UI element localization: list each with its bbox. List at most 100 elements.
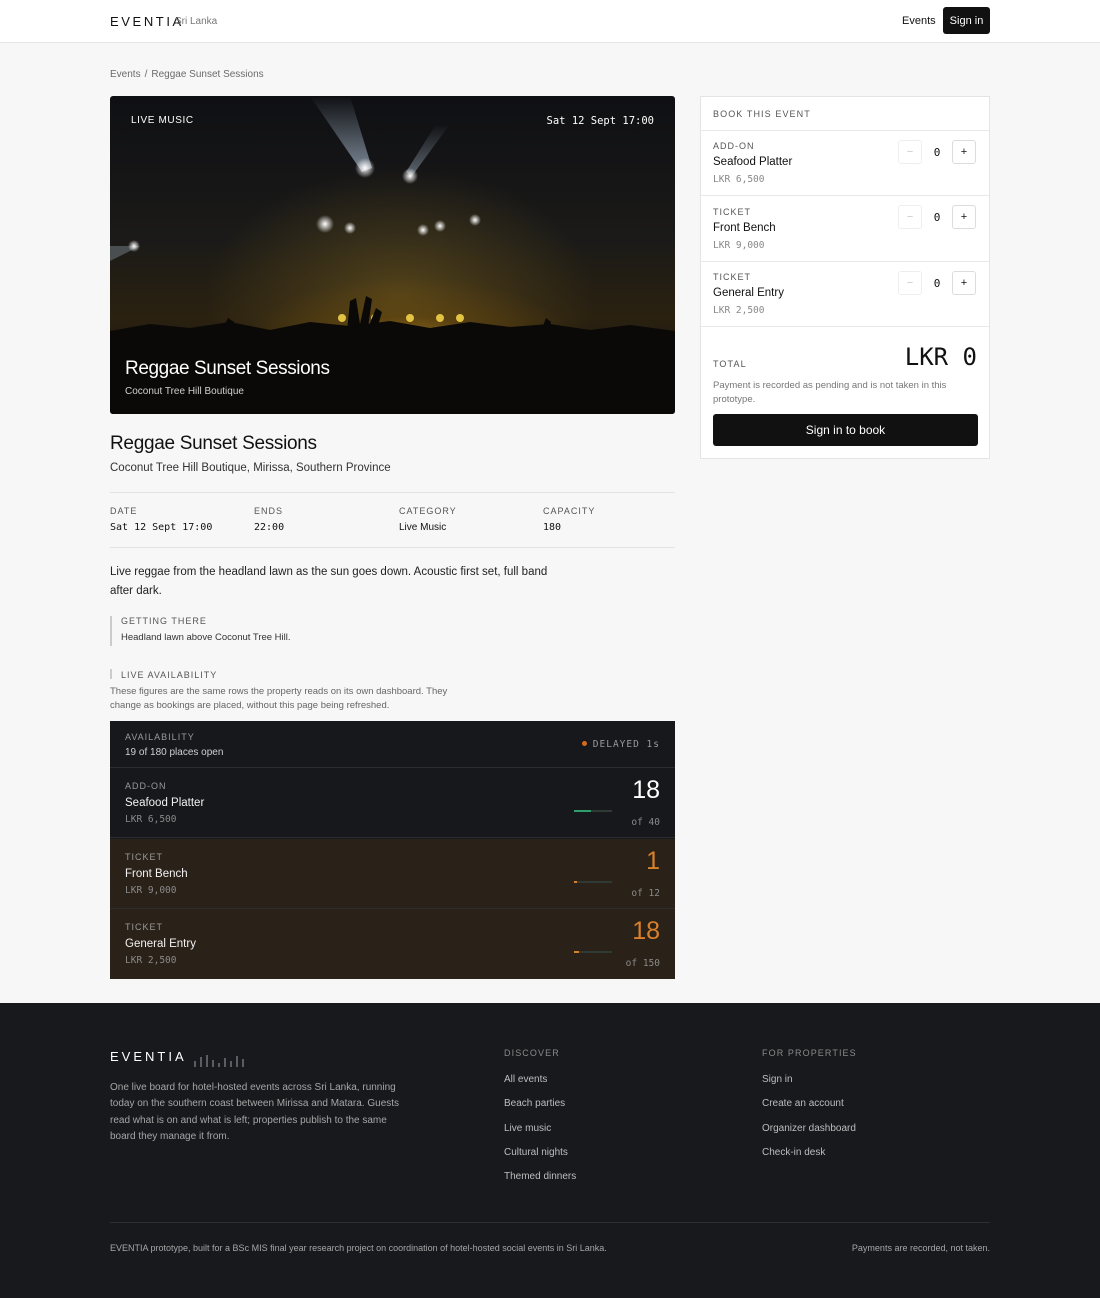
availability-row-price: LKR 9,000	[125, 885, 177, 896]
brand-region: Sri Lanka	[175, 16, 218, 27]
footer-link-create-account[interactable]: Create an account	[762, 1098, 844, 1109]
availability-row-price: LKR 2,500	[125, 955, 177, 966]
meta-capacity-label: CAPACITY	[543, 506, 596, 516]
availability-row-bar-fill	[574, 810, 592, 812]
availability-row-kind: TICKET	[125, 852, 164, 862]
meta-category-label: CATEGORY	[399, 506, 457, 516]
availability-summary: 19 of 180 places open	[125, 747, 224, 758]
booking-item-price: LKR 6,500	[713, 174, 765, 185]
footer-description: One live board for hotel-hosted events a…	[110, 1082, 400, 1142]
availability-row-name: Seafood Platter	[125, 797, 205, 809]
meta-ends-label: ENDS	[254, 506, 284, 516]
availability-row-remaining: 1	[646, 847, 660, 875]
availability-row-bar	[574, 810, 612, 812]
availability-row-bar-fill	[574, 951, 579, 953]
hero-datetime: Sat 12 Sept 17:00	[546, 115, 654, 127]
getting-there-text: Headland lawn above Coconut Tree Hill.	[121, 632, 291, 643]
availability-row-bar	[574, 881, 612, 883]
meta-category-value: Live Music	[399, 522, 447, 533]
footer-divider	[110, 1222, 990, 1223]
breadcrumb-events-link[interactable]: Events	[110, 69, 141, 80]
availability-row-kind: ADD-ON	[125, 781, 167, 791]
availability-row-total: of 40	[631, 817, 660, 828]
footer-link-themed-dinners[interactable]: Themed dinners	[504, 1171, 576, 1182]
booking-item-kind: ADD-ON	[713, 141, 755, 151]
booking-item-name: Front Bench	[713, 222, 776, 234]
availability-panel: AVAILABILITY 19 of 180 places open DELAY…	[110, 721, 675, 979]
hero-category-tag: LIVE MUSIC	[131, 115, 194, 126]
meta-ends-value: 22:00	[254, 522, 285, 533]
quantity-value: 0	[933, 211, 941, 224]
total-label: TOTAL	[713, 359, 747, 369]
live-availability-note: These figures are the same rows the prop…	[110, 686, 448, 711]
sign-in-button[interactable]: Sign in	[943, 7, 990, 34]
booking-item-name: Seafood Platter	[713, 156, 793, 168]
footer-link-check-in-desk[interactable]: Check-in desk	[762, 1147, 825, 1158]
booking-item-price: LKR 9,000	[713, 240, 765, 251]
event-hero-image: LIVE MUSIC Sat 12 Sept 17:00 Reggae Suns…	[110, 96, 675, 414]
decrease-quantity-button[interactable]: −	[898, 271, 922, 295]
live-availability-heading: LIVE AVAILABILITY	[110, 669, 218, 680]
hero-title: Reggae Sunset Sessions	[125, 358, 330, 379]
live-availability-label: LIVE AVAILABILITY	[121, 670, 218, 680]
increase-quantity-button[interactable]: +	[952, 205, 976, 229]
booking-title: BOOK THIS EVENT	[713, 109, 811, 119]
footer-brand: EVENTIA	[110, 1049, 187, 1064]
meta-date-value: Sat 12 Sept 17:00	[110, 522, 213, 533]
footer-link-all-events[interactable]: All events	[504, 1074, 547, 1085]
footer-payment-note: Payments are recorded, not taken.	[851, 1243, 990, 1253]
availability-header: AVAILABILITY 19 of 180 places open DELAY…	[110, 721, 675, 768]
divider	[110, 547, 675, 548]
availability-row-bar	[574, 951, 612, 953]
breadcrumb: Events / Reggae Sunset Sessions	[110, 69, 268, 80]
booking-card: BOOK THIS EVENT ADD-ON Seafood Platter L…	[700, 96, 990, 459]
footer-properties-title: FOR PROPERTIES	[762, 1048, 857, 1058]
sync-status: DELAYED 1s	[581, 739, 660, 750]
quantity-value: 0	[933, 277, 941, 290]
meta-date-label: DATE	[110, 506, 138, 516]
availability-row-name: Front Bench	[125, 868, 188, 880]
divider	[701, 261, 989, 262]
site-footer: EVENTIA One live board for hotel-hosted …	[0, 1003, 1100, 1298]
footer-link-organizer-dashboard[interactable]: Organizer dashboard	[762, 1123, 856, 1134]
footer-link-sign-in[interactable]: Sign in	[762, 1074, 793, 1085]
event-title: Reggae Sunset Sessions	[110, 433, 317, 454]
divider	[110, 492, 675, 493]
availability-row-name: General Entry	[125, 938, 196, 950]
meta-capacity-value: 180	[543, 522, 562, 533]
booking-item-kind: TICKET	[713, 272, 752, 282]
footer-link-beach-parties[interactable]: Beach parties	[504, 1098, 565, 1109]
availability-row: TICKET General Entry LKR 2,500 18 of 150	[110, 909, 675, 979]
quantity-value: 0	[933, 146, 941, 159]
getting-there-label: GETTING THERE	[121, 616, 207, 626]
availability-row-total: of 150	[625, 958, 660, 969]
decrease-quantity-button[interactable]: −	[898, 205, 922, 229]
footer-link-cultural-nights[interactable]: Cultural nights	[504, 1147, 568, 1158]
getting-there-block: GETTING THERE Headland lawn above Coconu…	[110, 616, 291, 646]
availability-row-kind: TICKET	[125, 922, 164, 932]
divider	[701, 195, 989, 196]
booking-item-price: LKR 2,500	[713, 305, 765, 316]
equalizer-icon	[194, 1055, 244, 1067]
status-dot-icon	[581, 741, 587, 746]
breadcrumb-separator: /	[144, 69, 148, 80]
sign-in-to-book-button[interactable]: Sign in to book	[713, 414, 978, 446]
availability-row-price: LKR 6,500	[125, 814, 177, 825]
availability-row-total: of 12	[631, 888, 660, 899]
breadcrumb-current: Reggae Sunset Sessions	[151, 69, 264, 80]
increase-quantity-button[interactable]: +	[952, 140, 976, 164]
availability-row: TICKET Front Bench LKR 9,000 1 of 12	[110, 839, 675, 909]
availability-row-remaining: 18	[632, 917, 660, 945]
decrease-quantity-button[interactable]: −	[898, 140, 922, 164]
availability-row-remaining: 18	[632, 776, 660, 804]
brand-logo[interactable]: EVENTIA	[110, 14, 184, 29]
nav-link-events[interactable]: Events	[902, 15, 936, 27]
availability-label: AVAILABILITY	[125, 732, 195, 742]
top-navigation-bar: EVENTIA Sri Lanka Events Sign in	[0, 0, 1100, 43]
footer-link-live-music[interactable]: Live music	[504, 1123, 551, 1134]
payment-note: Payment is recorded as pending and is no…	[713, 380, 947, 405]
sync-status-text: DELAYED 1s	[592, 739, 660, 750]
event-location: Coconut Tree Hill Boutique, Mirissa, Sou…	[110, 462, 391, 474]
booking-item-name: General Entry	[713, 287, 784, 299]
increase-quantity-button[interactable]: +	[952, 271, 976, 295]
